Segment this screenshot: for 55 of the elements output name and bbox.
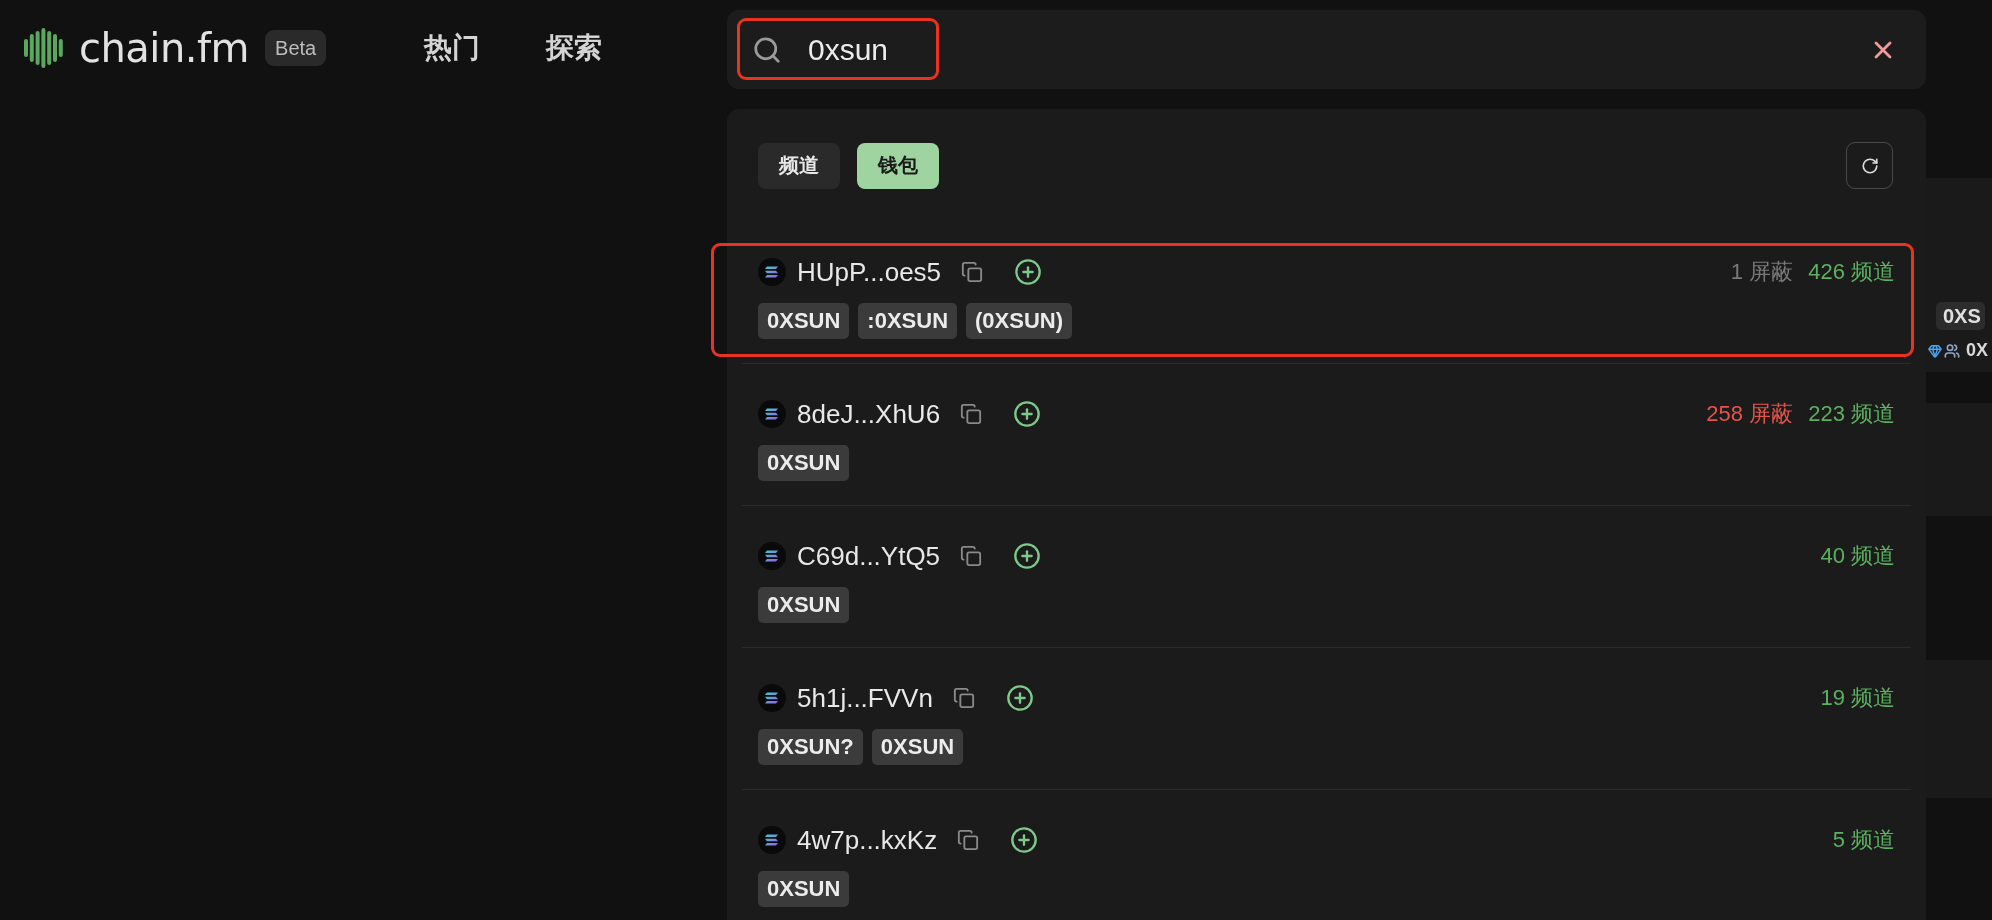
users-icon — [1944, 342, 1960, 359]
token-icon — [758, 542, 786, 570]
wallet-row[interactable]: 8deJ...XhU6 258 屏蔽 223 频道 0XSUN — [742, 363, 1911, 505]
wallet-address[interactable]: HUpP...oes5 — [797, 256, 942, 288]
add-icon[interactable] — [1013, 400, 1042, 428]
wallet-address[interactable]: 5h1j...FVVn — [797, 682, 933, 714]
wallet-address[interactable]: 4w7p...kxKz — [797, 824, 938, 856]
copy-icon[interactable] — [957, 829, 980, 851]
wallet-address[interactable]: 8deJ...XhU6 — [797, 398, 941, 430]
feed-card-label: 0X — [1966, 340, 1989, 361]
token-icon — [758, 684, 786, 712]
token-icon — [758, 258, 786, 286]
search-input[interactable]: 0xsun — [808, 32, 904, 67]
add-icon[interactable] — [1013, 542, 1042, 570]
search-icon — [752, 34, 782, 65]
token-icon — [758, 826, 786, 854]
wallet-tag: 0XSUN — [871, 729, 964, 765]
wallet-tag: 0XS — [1936, 302, 1985, 330]
copy-icon[interactable] — [960, 545, 983, 567]
wallet-tag: 0XSUN — [758, 303, 850, 339]
channel-count: 223 频道 — [1808, 400, 1895, 428]
add-icon[interactable] — [1005, 684, 1034, 712]
nav-link[interactable]: 热门 — [424, 29, 481, 67]
wallet-row[interactable]: HUpP...oes5 1 屏蔽 426 频道 0XSUN :0XSUN (0XSUN) — [742, 221, 1911, 363]
add-icon[interactable] — [1014, 258, 1043, 286]
add-icon[interactable] — [1010, 826, 1039, 854]
wallet-tag: 0XSUN — [758, 871, 850, 907]
channel-count: 40 频道 — [1820, 542, 1895, 570]
copy-icon[interactable] — [961, 261, 984, 283]
wallet-row[interactable]: C69d...YtQ5 40 频道 0XSUN — [742, 505, 1911, 647]
channel-count: 426 频道 — [1808, 258, 1895, 286]
channel-count: 5 频道 — [1832, 826, 1895, 854]
wallet-tag: 0XSUN? — [758, 729, 863, 765]
token-icon — [758, 400, 786, 428]
wallet-tag: 0XSUN — [758, 587, 850, 623]
nav-link[interactable]: 探索 — [546, 29, 603, 67]
wallet-tag: :0XSUN — [858, 303, 958, 339]
channel-count: 19 频道 — [1820, 684, 1895, 712]
sound-bars-logo-icon — [23, 28, 64, 68]
wallet-tag: (0XSUN) — [966, 303, 1073, 339]
wallet-row[interactable]: 5h1j...FVVn 19 频道 0XSUN? 0XSUN — [742, 647, 1911, 789]
filter-tab[interactable]: 钱包 — [857, 142, 939, 189]
gem-icon — [1928, 343, 1942, 358]
refresh-button[interactable] — [1846, 142, 1893, 189]
blocked-count: 1 屏蔽 — [1730, 258, 1794, 286]
wallet-row[interactable]: 4w7p...kxKz 5 频道 0XSUN — [742, 789, 1911, 920]
refresh-icon — [1860, 156, 1879, 175]
wallet-address[interactable]: C69d...YtQ5 — [797, 540, 941, 572]
site-logo-text[interactable]: chain.fm — [79, 25, 250, 71]
copy-icon[interactable] — [952, 687, 975, 709]
blocked-count: 258 屏蔽 — [1706, 400, 1794, 428]
filter-tab[interactable]: 频道 — [758, 142, 840, 189]
wallet-tag: 0XSUN — [758, 445, 850, 481]
copy-icon[interactable] — [960, 403, 983, 425]
beta-badge: Beta — [265, 30, 327, 66]
